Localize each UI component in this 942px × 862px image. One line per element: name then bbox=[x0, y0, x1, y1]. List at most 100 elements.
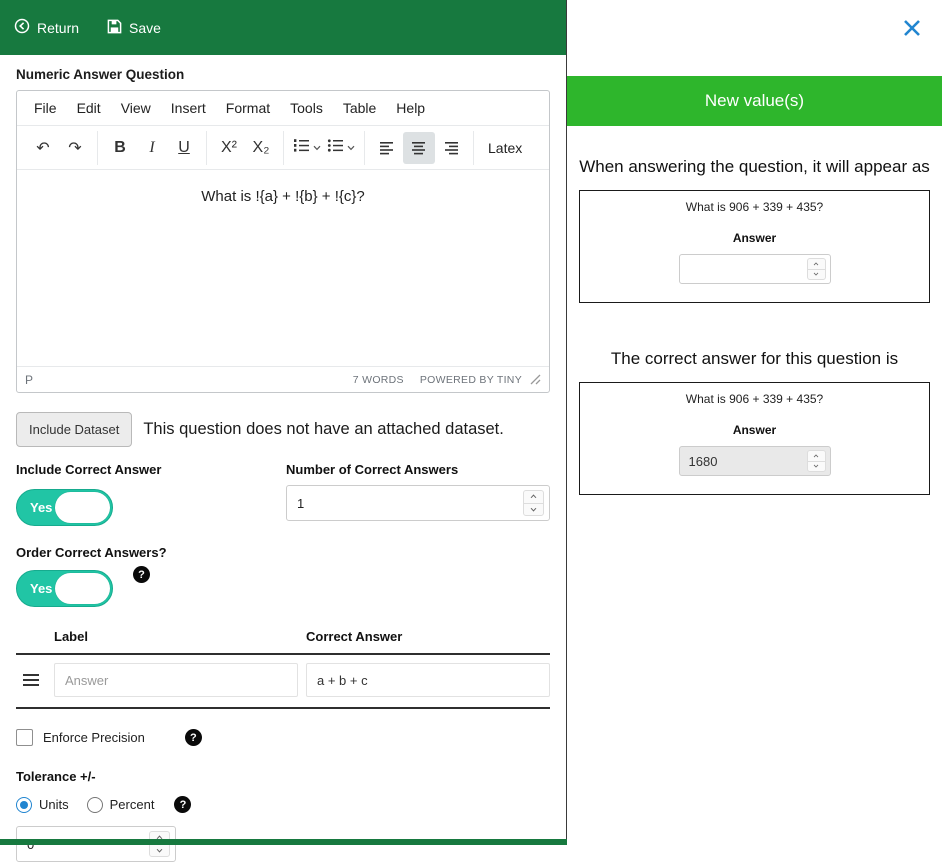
menu-tools[interactable]: Tools bbox=[281, 96, 332, 120]
menu-format[interactable]: Format bbox=[217, 96, 279, 120]
chevron-down-icon bbox=[347, 145, 355, 151]
toggle-state-label: Yes bbox=[30, 500, 53, 515]
percent-radio-label: Percent bbox=[109, 797, 155, 812]
preview-panel: New value(s) When answering the question… bbox=[567, 0, 942, 845]
latex-button[interactable]: Latex bbox=[480, 132, 530, 164]
drag-handle-icon[interactable] bbox=[16, 673, 46, 687]
menu-edit[interactable]: Edit bbox=[68, 96, 110, 120]
align-center-button[interactable] bbox=[403, 131, 435, 164]
stepper-down-icon[interactable] bbox=[150, 845, 169, 857]
dataset-message: This question does not have an attached … bbox=[143, 420, 504, 438]
preview-question-text: What is 906 + 339 + 435? bbox=[685, 200, 824, 214]
bullet-list-button[interactable] bbox=[324, 132, 358, 164]
help-icon[interactable]: ? bbox=[184, 729, 202, 746]
order-correct-answers-label: Order Correct Answers? bbox=[16, 545, 167, 560]
menu-insert[interactable]: Insert bbox=[162, 96, 215, 120]
answers-table: Label Correct Answer bbox=[16, 629, 550, 709]
preview-answer-label: Answer bbox=[732, 231, 777, 245]
toggle-knob bbox=[55, 492, 110, 523]
numbered-list-button[interactable] bbox=[290, 132, 324, 164]
richtext-editor: File Edit View Insert Format Tools Table… bbox=[16, 90, 550, 393]
correct-answer-column-header: Correct Answer bbox=[306, 629, 403, 644]
label-column-header: Label bbox=[54, 629, 88, 644]
stepper-control bbox=[806, 450, 826, 472]
word-count[interactable]: 7 WORDS bbox=[353, 374, 404, 386]
stepper-control[interactable] bbox=[806, 258, 826, 280]
stepper-down-icon[interactable] bbox=[524, 504, 543, 516]
number-of-correct-answers-field bbox=[286, 485, 550, 521]
tolerance-unit-options: Units Percent ? bbox=[16, 796, 550, 813]
dataset-section: Include Dataset This question does not h… bbox=[16, 412, 550, 447]
enforce-precision-label: Enforce Precision bbox=[43, 730, 145, 745]
question-text: What is !{a} + !{b} + !{c}? bbox=[201, 188, 365, 205]
correct-answer-heading: The correct answer for this question is bbox=[610, 349, 899, 368]
editor-content[interactable]: What is !{a} + !{b} + !{c}? bbox=[17, 170, 549, 366]
help-icon[interactable]: ? bbox=[174, 796, 192, 813]
menu-table[interactable]: Table bbox=[334, 96, 385, 120]
save-label: Save bbox=[129, 19, 161, 36]
correct-answer-settings: Include Correct Answer Yes Number of Cor… bbox=[16, 462, 550, 526]
appear-heading: When answering the question, it will app… bbox=[579, 157, 930, 176]
editor-statusbar: P 7 WORDS POWERED BY TINY bbox=[17, 366, 549, 392]
editor-toolbar: ↶ ↷ B I U X² X₂ Latex bbox=[17, 126, 549, 170]
undo-icon[interactable]: ↶ bbox=[27, 132, 59, 164]
table-row bbox=[16, 655, 550, 709]
stepper-down-icon[interactable] bbox=[808, 270, 825, 280]
stepper-down-icon bbox=[808, 462, 825, 472]
menu-view[interactable]: View bbox=[112, 96, 160, 120]
preview-answer-label: Answer bbox=[732, 423, 777, 437]
order-correct-answers-toggle[interactable]: Yes bbox=[16, 570, 113, 607]
italic-button[interactable]: I bbox=[136, 132, 168, 164]
correct-answer-input[interactable] bbox=[306, 663, 550, 697]
return-label: Return bbox=[37, 19, 80, 36]
toggle-knob bbox=[55, 573, 110, 604]
stepper-up-icon[interactable] bbox=[524, 491, 543, 504]
units-radio-label: Units bbox=[39, 797, 69, 812]
editor-menubar: File Edit View Insert Format Tools Table… bbox=[17, 91, 549, 126]
include-correct-answer-label: Include Correct Answer bbox=[16, 462, 162, 477]
save-icon bbox=[107, 19, 122, 37]
page-title: Numeric Answer Question bbox=[16, 67, 185, 82]
subscript-button[interactable]: X₂ bbox=[245, 132, 277, 164]
help-icon[interactable]: ? bbox=[133, 566, 150, 583]
bottom-green-bar bbox=[0, 839, 567, 845]
answer-label-input[interactable] bbox=[54, 663, 298, 697]
number-of-correct-answers-label: Number of Correct Answers bbox=[286, 462, 459, 477]
numbered-list-icon bbox=[293, 138, 310, 158]
preview-correct-answer-field bbox=[678, 446, 831, 476]
menu-file[interactable]: File bbox=[25, 96, 66, 120]
underline-button[interactable]: U bbox=[168, 132, 200, 164]
bullet-list-icon bbox=[327, 138, 344, 158]
return-button[interactable]: Return bbox=[14, 18, 79, 37]
number-of-correct-answers-input[interactable] bbox=[287, 495, 523, 511]
order-toggle-row: Yes ? bbox=[16, 560, 550, 607]
resize-handle-icon[interactable] bbox=[530, 374, 541, 385]
include-dataset-button[interactable]: Include Dataset bbox=[16, 412, 133, 447]
element-path[interactable]: P bbox=[25, 373, 353, 387]
tolerance-label: Tolerance +/- bbox=[16, 769, 96, 784]
enforce-precision-checkbox[interactable] bbox=[16, 729, 33, 746]
align-left-button[interactable] bbox=[371, 132, 403, 164]
question-preview-box: What is 906 + 339 + 435? Answer bbox=[579, 190, 930, 303]
redo-icon[interactable]: ↷ bbox=[59, 132, 91, 164]
enforce-precision-row: Enforce Precision ? bbox=[16, 729, 550, 746]
powered-by-tiny: POWERED BY TINY bbox=[419, 373, 522, 386]
preview-answer-input[interactable] bbox=[679, 261, 807, 277]
include-correct-answer-toggle[interactable]: Yes bbox=[16, 489, 113, 526]
answers-table-header: Label Correct Answer bbox=[16, 629, 550, 655]
units-radio[interactable] bbox=[16, 796, 32, 813]
save-button[interactable]: Save bbox=[107, 19, 161, 37]
close-icon[interactable] bbox=[900, 16, 924, 40]
align-right-button[interactable] bbox=[435, 132, 467, 164]
menu-help[interactable]: Help bbox=[387, 96, 434, 120]
return-icon bbox=[14, 18, 30, 37]
stepper-up-icon[interactable] bbox=[807, 259, 825, 270]
preview-answer-field bbox=[678, 254, 831, 284]
bold-button[interactable]: B bbox=[104, 132, 136, 164]
stepper-control[interactable] bbox=[523, 490, 544, 516]
superscript-button[interactable]: X² bbox=[213, 132, 245, 164]
new-values-banner: New value(s) bbox=[567, 76, 942, 126]
editor-topbar: Return Save bbox=[0, 0, 566, 55]
stepper-up-icon bbox=[807, 451, 825, 462]
percent-radio[interactable] bbox=[86, 796, 103, 813]
